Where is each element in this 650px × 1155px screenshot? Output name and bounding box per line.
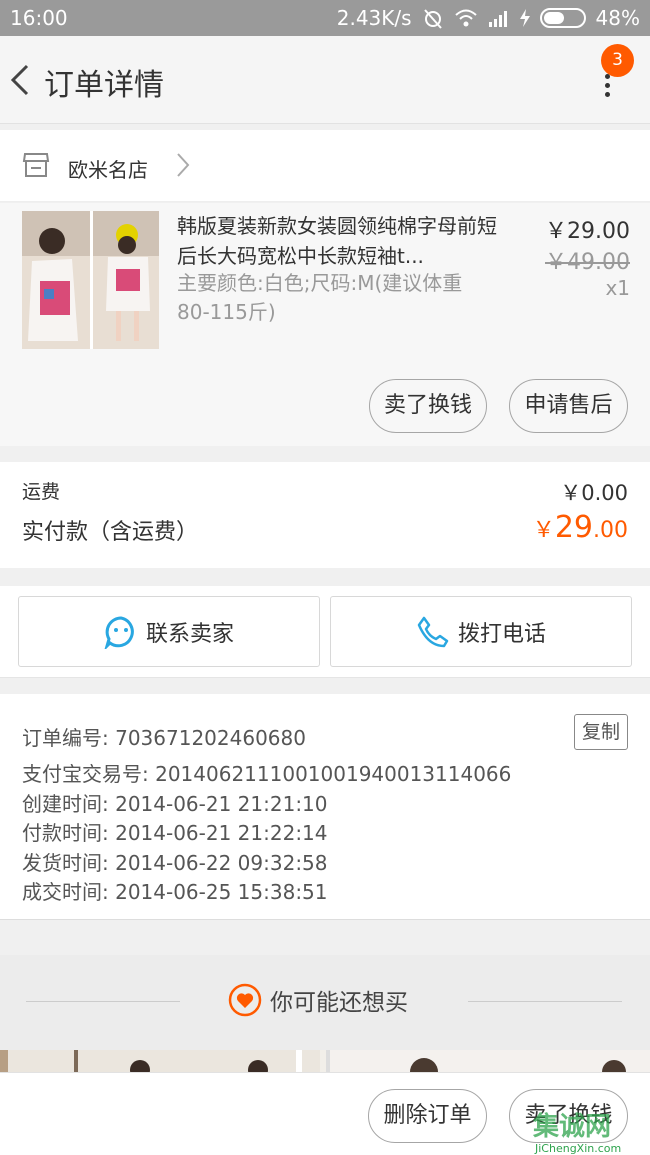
contact-seller-button[interactable]: 联系卖家 <box>18 596 320 667</box>
recommend-label: 你可能还想买 <box>228 983 408 1017</box>
paid-label: 实付款（含运费） <box>22 520 199 545</box>
completed-time: 成交时间: 2014-06-25 15:38:51 <box>22 880 328 904</box>
after-sale-button[interactable]: 申请售后 <box>509 379 628 433</box>
page-title: 订单详情 <box>44 68 164 103</box>
charging-icon <box>519 9 530 27</box>
shop-icon <box>22 153 50 177</box>
currency-symbol: ￥ <box>532 518 555 543</box>
product-photo <box>22 211 159 349</box>
notification-badge: 3 <box>601 44 634 77</box>
product-quantity: x1 <box>605 276 630 300</box>
shipping-value: ￥0.00 <box>560 481 628 505</box>
shipped-time: 发货时间: 2014-06-22 09:32:58 <box>22 851 328 875</box>
watermark-url: JiChengXin.com <box>535 1142 622 1155</box>
shipping-label: 运费 <box>22 481 61 503</box>
created-time: 创建时间: 2014-06-21 21:21:10 <box>22 792 328 816</box>
recommend-header: 你可能还想买 <box>0 955 650 1050</box>
signal-icon <box>488 11 507 27</box>
order-number: 订单编号: 703671202460680 <box>22 726 306 750</box>
original-price: ￥49.00 <box>545 250 630 275</box>
battery-icon <box>539 8 586 28</box>
alipay-number: 支付宝交易号: 2014062111001001940013114066 <box>22 762 512 786</box>
product-sku: 主要颜色:白色;尺码:M(建议体重80-115斤) <box>177 271 463 324</box>
battery-percent: 48% <box>595 6 640 30</box>
product-name[interactable]: 韩版夏装新款女装圆领纯棉字母前短后长大码宽松中长款短袖t... <box>177 211 497 271</box>
order-item[interactable]: 韩版夏装新款女装圆领纯棉字母前短后长大码宽松中长款短袖t... 主要颜色:白色;… <box>0 203 650 446</box>
paid-amount: ￥29.00 <box>533 510 628 545</box>
back-arrow-icon[interactable] <box>8 62 32 98</box>
heart-icon <box>228 983 262 1017</box>
chevron-right-icon <box>177 153 190 177</box>
status-time: 16:00 <box>10 6 68 30</box>
chat-face-icon <box>104 615 134 649</box>
order-info: 订单编号: 703671202460680 复制 支付宝交易号: 2014062… <box>0 694 650 920</box>
shop-name: 欧米名店 <box>68 158 148 182</box>
more-dot-icon <box>604 92 610 97</box>
product-price: ￥29.00 <box>545 219 630 244</box>
order-totals: 运费 ￥0.00 实付款（含运费） ￥29.00 <box>0 462 650 568</box>
alarm-off-icon <box>423 9 442 29</box>
call-button[interactable]: 拨打电话 <box>330 596 632 667</box>
watermark-logo: 集诚网 <box>533 1112 612 1142</box>
divider-right <box>468 1001 622 1002</box>
paid-decimal: .00 <box>593 518 628 543</box>
recommended-photos <box>0 1050 650 1072</box>
more-dot-icon <box>604 83 610 88</box>
delete-order-button[interactable]: 删除订单 <box>368 1089 487 1143</box>
paid-time: 付款时间: 2014-06-21 21:22:14 <box>22 821 328 845</box>
sell-button[interactable]: 卖了换钱 <box>369 379 487 433</box>
network-speed: 2.43K/s <box>336 6 412 30</box>
watermark: 集诚网 JiChengXin.com <box>533 1106 621 1155</box>
status-bar: 16:00 2.43K/s 48% <box>0 0 650 36</box>
wifi-icon <box>454 9 477 27</box>
status-right: 2.43K/s 48% <box>337 6 640 30</box>
product-thumbnail[interactable] <box>22 211 159 349</box>
phone-icon <box>417 616 449 647</box>
call-label: 拨打电话 <box>457 621 546 647</box>
contact-section: 联系卖家 拨打电话 <box>0 586 650 678</box>
copy-button[interactable]: 复制 <box>574 714 628 750</box>
contact-seller-label: 联系卖家 <box>145 621 234 647</box>
recommend-title: 你可能还想买 <box>270 990 408 1016</box>
shop-row[interactable]: 欧米名店 <box>0 130 650 202</box>
paid-integer: 29 <box>554 510 593 545</box>
recommended-products[interactable] <box>0 1050 650 1072</box>
top-bar: 订单详情 <box>0 36 650 124</box>
divider-left <box>26 1001 180 1002</box>
